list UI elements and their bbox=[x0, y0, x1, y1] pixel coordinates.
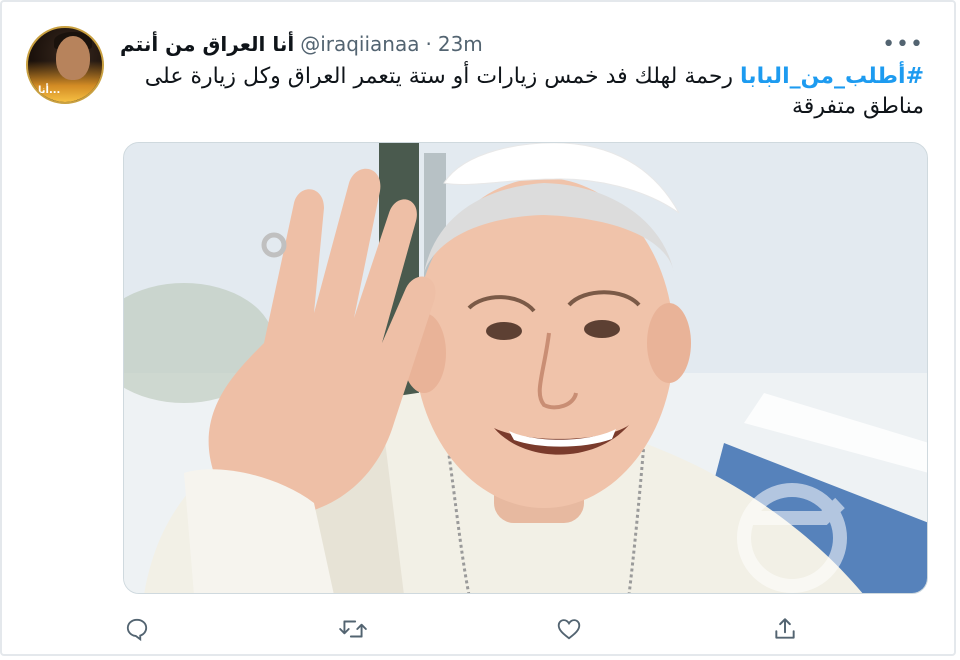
avatar-face bbox=[56, 36, 90, 80]
tweet-card[interactable]: أنا... أنا العراق من أنتم @iraqiianaa · … bbox=[0, 0, 956, 656]
more-options-button[interactable]: ••• bbox=[882, 32, 924, 57]
retweet-button[interactable] bbox=[336, 612, 370, 646]
photo-eye-left bbox=[486, 322, 522, 340]
photo-eye-right bbox=[584, 320, 620, 338]
timestamp[interactable]: 23m bbox=[438, 32, 483, 56]
photo-ear-right bbox=[647, 303, 691, 383]
avatar[interactable]: أنا... bbox=[26, 26, 104, 104]
reply-icon bbox=[126, 618, 148, 642]
display-name[interactable]: أنا العراق من أنتم bbox=[120, 32, 294, 56]
tweet-header: أنا العراق من أنتم @iraqiianaa · 23m bbox=[120, 30, 924, 58]
separator-dot: · bbox=[425, 32, 432, 56]
avatar-badge: أنا... bbox=[38, 85, 61, 96]
tweet-actions bbox=[120, 612, 810, 646]
tweet-text: #أطلب_من_البابا رحمة لهلك فد خمس زيارات … bbox=[120, 62, 924, 122]
reply-button[interactable] bbox=[120, 612, 154, 646]
retweet-icon bbox=[339, 620, 367, 638]
heart-icon bbox=[557, 619, 581, 640]
user-handle[interactable]: @iraqiianaa bbox=[300, 32, 419, 56]
hashtag-link[interactable]: #أطلب_من_البابا bbox=[740, 64, 924, 89]
share-button[interactable] bbox=[768, 612, 802, 646]
photo-illustration bbox=[124, 143, 927, 593]
like-button[interactable] bbox=[552, 612, 586, 646]
tweet-photo[interactable] bbox=[123, 142, 928, 594]
share-icon bbox=[775, 618, 795, 639]
